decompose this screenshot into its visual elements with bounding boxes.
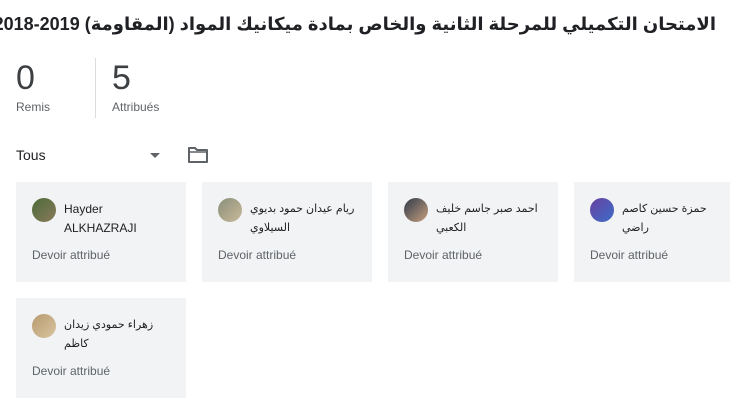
student-name: ريام عيدان حمود بديوي السيلاوي [250, 203, 355, 234]
open-folder-button[interactable] [186, 143, 210, 167]
avatar [218, 198, 242, 222]
status-filter-select[interactable]: Tous [16, 147, 160, 163]
turned-in-label: Remis [16, 100, 51, 114]
student-card[interactable]: احمد صبر جاسم خليف الكعبي Devoir attribué [388, 182, 558, 282]
student-card[interactable]: حمزة حسين كاصم راضي Devoir attribué [574, 182, 730, 282]
student-grid: Hayder ALKHAZRAJI Devoir attribué ريام عيد… [16, 182, 730, 398]
folder-icon [188, 147, 208, 163]
student-card[interactable]: Hayder ALKHAZRAJI Devoir attribué [16, 182, 186, 282]
avatar [404, 198, 428, 222]
submission-stats: 0 Remis 5 Attribués [16, 58, 159, 118]
assigned-label: Attribués [112, 100, 160, 114]
student-name: Hayder ALKHAZRAJI [64, 202, 137, 235]
student-name: زهراء حمودي زيدان كاظم [64, 319, 154, 350]
turned-in-count: 0 [16, 59, 35, 97]
student-status: Devoir attribué [218, 248, 297, 262]
assigned-count: 5 [112, 59, 131, 97]
assigned-stat[interactable]: 5 Attribués [112, 58, 159, 118]
student-status: Devoir attribué [32, 248, 111, 262]
student-card[interactable]: زهراء حمودي زيدان كاظم Devoir attribué [16, 298, 186, 398]
student-name: احمد صبر جاسم خليف الكعبي [436, 203, 538, 234]
student-status: Devoir attribué [32, 364, 111, 378]
student-name: حمزة حسين كاصم راضي [622, 203, 707, 234]
turned-in-stat[interactable]: 0 Remis [16, 58, 95, 118]
stats-divider [95, 58, 96, 118]
caret-down-icon [150, 152, 160, 158]
student-status: Devoir attribué [590, 248, 669, 262]
status-filter-value: Tous [16, 147, 46, 163]
filter-row: Tous [16, 142, 210, 168]
student-card[interactable]: ريام عيدان حمود بديوي السيلاوي Devoir att… [202, 182, 372, 282]
student-status: Devoir attribué [404, 248, 483, 262]
avatar [32, 198, 56, 222]
avatar [32, 314, 56, 338]
assignment-title: الامتحان التكميلي للمرحلة الثانية والخاص… [0, 14, 716, 34]
avatar [590, 198, 614, 222]
